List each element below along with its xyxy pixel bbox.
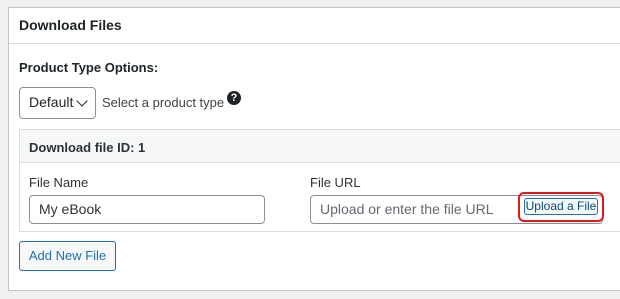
- download-file-id: Download file ID: 1: [20, 130, 620, 163]
- upload-file-button[interactable]: Upload a File: [524, 198, 598, 215]
- question-circle-icon[interactable]: ?: [227, 91, 241, 105]
- product-type-hint: Select a product type: [102, 95, 225, 110]
- download-file-item: Download file ID: 1 File Name File URL M…: [19, 129, 620, 232]
- download-files-panel: Download Files Product Type Options: Def…: [8, 7, 620, 291]
- upload-highlight: Upload a File: [518, 192, 604, 222]
- file-name-label: File Name: [29, 175, 89, 190]
- product-type-label: Product Type Options:: [19, 60, 159, 75]
- file-name-input[interactable]: My eBook: [29, 195, 265, 224]
- product-type-select[interactable]: Default: [19, 87, 96, 119]
- add-new-file-button[interactable]: Add New File: [19, 241, 116, 271]
- file-url-label: File URL: [310, 175, 361, 190]
- product-type-selected: Default: [29, 94, 74, 110]
- panel-title: Download Files: [9, 8, 620, 44]
- chevron-down-icon: [76, 95, 88, 107]
